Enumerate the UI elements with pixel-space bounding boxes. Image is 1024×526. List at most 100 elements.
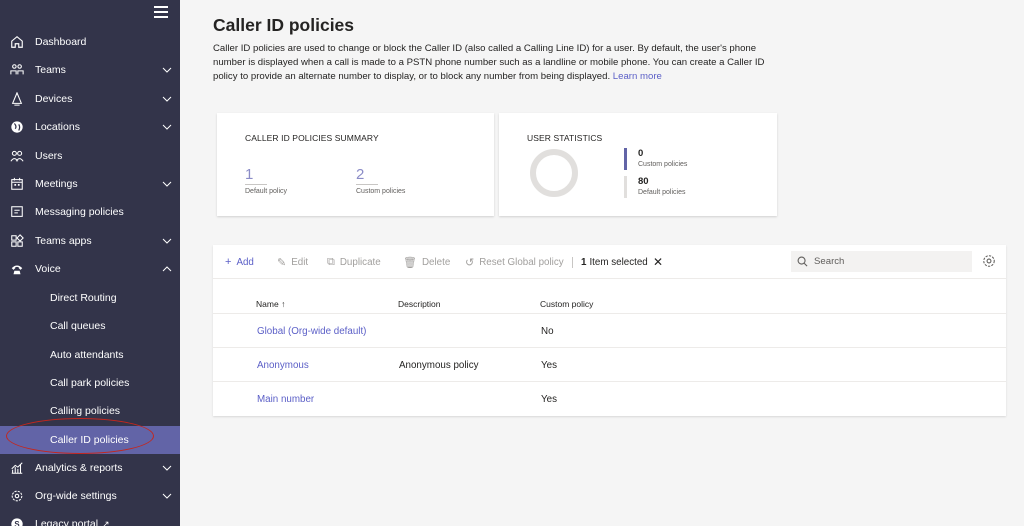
sidebar-item-dashboard[interactable]: Dashboard [0,28,180,56]
sidebar-item-meetings[interactable]: Meetings [0,170,180,198]
column-header-name[interactable]: Name ↑ [256,299,285,309]
chevron-down-icon [162,67,172,73]
gear-icon[interactable] [982,254,996,268]
custom-policy-label: Custom policies [356,188,406,195]
sidebar-item-label: Teams [35,64,66,76]
users-icon [10,149,24,163]
page-description: Caller ID policies are used to change or… [213,42,778,85]
sidebar-item-label: Users [35,150,63,162]
sidebar-item-direct-routing[interactable]: Direct Routing [0,284,180,312]
delete-label: Delete [421,256,451,268]
sidebar-item-users[interactable]: Users [0,142,180,170]
policy-name-link[interactable]: Global (Org-wide default) [257,314,366,348]
clear-selection-icon[interactable]: ✕ [653,245,663,279]
sidebar-item-teams[interactable]: Teams [0,56,180,84]
teams-icon [10,63,24,77]
sidebar-item-calling-policies[interactable]: Calling policies [0,397,180,425]
custom-users-count: 0 [638,148,644,159]
policy-name-link[interactable]: Anonymous [257,348,309,382]
custom-users-label: Custom policies [638,161,688,168]
duplicate-label: Duplicate [339,256,381,268]
sidebar-item-call-queues[interactable]: Call queues [0,312,180,340]
sidebar-item-caller-id-policies[interactable]: Caller ID policies [0,426,180,454]
copy-icon: ⧉ [327,255,335,268]
edit-label: Edit [291,256,309,268]
policy-name-link[interactable]: Main number [257,382,314,416]
search-input[interactable]: Search [791,251,972,272]
sidebar-item-label: Meetings [35,178,78,190]
policy-description: Anonymous policy [399,359,479,371]
custom-legend-bar [624,148,627,170]
hamburger-menu-icon[interactable] [154,6,168,18]
sidebar-item-auto-attendants[interactable]: Auto attendants [0,341,180,369]
apps-icon [10,234,24,248]
donut-chart [530,149,578,197]
default-users-label: Default policies [638,189,686,196]
user-statistics-title: USER STATISTICS [527,133,603,143]
sidebar-item-org-wide-settings[interactable]: Org-wide settings [0,482,180,510]
sidebar-item-label: Devices [35,93,73,105]
sidebar-item-label: Calling policies [50,405,121,417]
sidebar-item-voice[interactable]: Voice [0,255,180,283]
svg-text:S: S [14,520,19,526]
table-row[interactable]: Anonymous Anonymous policy Yes [213,347,1006,381]
page-title: Caller ID policies [213,15,355,35]
sidebar-item-legacy-portal[interactable]: S Legacy portal ↗ [0,510,180,526]
analytics-icon [10,461,24,475]
reset-label: Reset Global policy [479,256,564,268]
selected-text: Item selected [589,256,648,268]
sidebar-item-label: Voice [35,263,61,275]
donut-default-segment [530,149,578,197]
sidebar-item-messaging-policies[interactable]: Messaging policies [0,198,180,226]
chevron-down-icon [162,181,172,187]
legacy-icon: S [10,517,24,526]
policy-custom-flag: Yes [541,359,557,371]
default-policy-label: Default policy [245,188,288,195]
sidebar-item-label: Dashboard [35,36,87,48]
policy-custom-flag: Yes [541,393,557,405]
devices-icon [10,92,24,106]
user-statistics-card: USER STATISTICS 0 Custom policies 80 Def… [499,113,777,216]
sidebar-item-devices[interactable]: Devices [0,85,180,113]
reset-icon: ↺ [465,256,475,269]
sidebar-item-label: Caller ID policies [50,434,129,446]
add-label: Add [236,256,254,268]
sidebar-item-label: Call queues [50,320,106,332]
search-icon [797,256,808,267]
sidebar-item-locations[interactable]: Locations [0,113,180,141]
edit-button[interactable]: ✎ Edit [277,245,308,279]
description-text: Caller ID policies are used to change or… [213,43,765,83]
sidebar-item-teams-apps[interactable]: Teams apps [0,227,180,255]
divider [245,184,267,185]
sidebar-item-label: Call park policies [50,377,130,389]
sidebar-item-label: Locations [35,121,80,133]
policies-table-panel: + Add ✎ Edit ⧉ Duplicate 🗑︎ Delete ↺ Res… [213,245,1006,416]
sidebar-item-label: Auto attendants [50,349,124,361]
selection-status: 1 Item selected [581,245,648,279]
custom-policy-count: 2 [356,166,365,183]
pencil-icon: ✎ [277,256,287,269]
learn-more-link[interactable]: Learn more [613,71,662,82]
table-row[interactable]: Global (Org-wide default) No [213,313,1006,347]
chevron-up-icon [162,266,172,272]
chevron-down-icon [162,238,172,244]
column-header-custom-policy[interactable]: Custom policy [540,299,593,309]
column-header-description[interactable]: Description [398,299,441,309]
duplicate-button[interactable]: ⧉ Duplicate [327,245,381,279]
reset-global-policy-button[interactable]: ↺ Reset Global policy [465,245,564,279]
divider [356,184,378,185]
sidebar-item-label: Teams apps [35,235,92,247]
search-placeholder: Search [814,256,845,267]
sidebar-item-label: Legacy portal [35,518,99,526]
home-icon [10,35,24,49]
delete-button[interactable]: 🗑︎ Delete [403,245,450,279]
add-button[interactable]: + Add [225,245,254,279]
sidebar-item-call-park-policies[interactable]: Call park policies [0,369,180,397]
column-name-label: Name [256,299,279,309]
table-row[interactable]: Main number Yes [213,381,1006,415]
sidebar: Dashboard Teams Devices Locations Users … [0,0,180,526]
sidebar-item-analytics-reports[interactable]: Analytics & reports [0,454,180,482]
default-legend-bar [624,176,627,198]
summary-card-title: CALLER ID POLICIES SUMMARY [245,133,379,143]
sort-ascending-icon: ↑ [281,299,286,309]
